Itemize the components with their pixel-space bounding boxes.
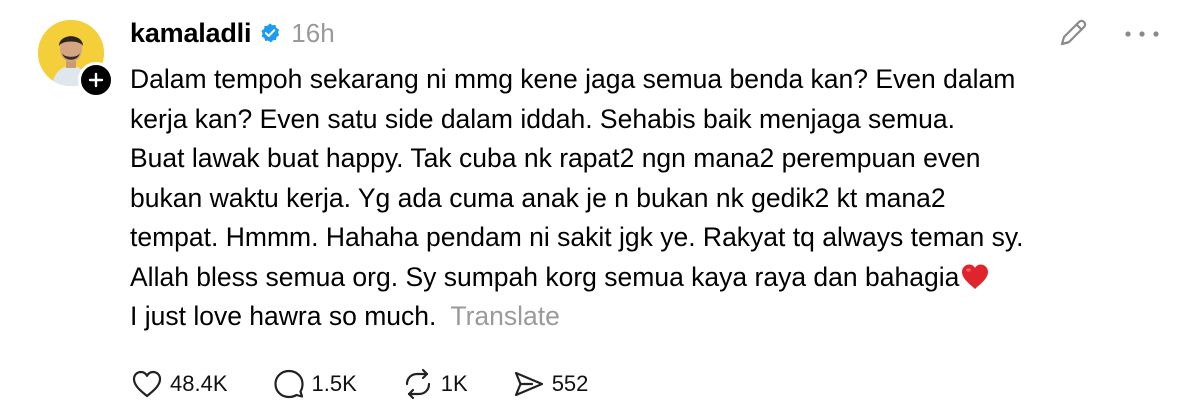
share-button[interactable]: 552 bbox=[512, 367, 589, 401]
action-bar: 48.4K 1.5K 1K 552 bbox=[130, 366, 632, 402]
more-dots-icon[interactable] bbox=[1122, 22, 1162, 46]
red-heart-emoji-icon bbox=[962, 264, 989, 289]
translate-link[interactable]: Translate bbox=[450, 301, 559, 331]
follow-button[interactable] bbox=[78, 62, 114, 98]
post-header: kamaladli 16h bbox=[130, 14, 335, 52]
pencil-icon[interactable] bbox=[1056, 16, 1090, 50]
repost-count: 1K bbox=[440, 371, 468, 396]
comment-icon bbox=[273, 369, 304, 399]
post-text-segment: Allah bless semua org. Sy sumpah korg se… bbox=[130, 261, 960, 292]
username-link[interactable]: kamaladli bbox=[130, 18, 251, 49]
post-text-line: Buat lawak buat happy. Tak cuba nk rapat… bbox=[130, 143, 981, 173]
reply-count: 1.5K bbox=[311, 371, 357, 396]
post-text-line: kerja kan? Even satu side dalam iddah. S… bbox=[130, 103, 955, 134]
avatar-container[interactable] bbox=[38, 20, 114, 98]
post-text-segment: I just love hawra so much. bbox=[130, 301, 437, 331]
heart-icon bbox=[132, 370, 162, 398]
verified-badge-icon bbox=[261, 23, 280, 43]
repost-button[interactable]: 1K bbox=[401, 367, 468, 401]
repost-icon bbox=[405, 368, 430, 400]
plus-icon bbox=[88, 72, 104, 88]
share-count: 552 bbox=[551, 371, 589, 396]
send-icon bbox=[514, 371, 543, 397]
post-timestamp: 16h bbox=[291, 17, 335, 48]
like-button[interactable]: 48.4K bbox=[130, 367, 228, 401]
reply-button[interactable]: 1.5K bbox=[272, 367, 357, 401]
like-count: 48.4K bbox=[170, 371, 228, 396]
post-text-line: bukan waktu kerja. Yg ada cuma anak je n… bbox=[130, 182, 946, 213]
post-text-line-last: I just love hawra so much. Translate bbox=[130, 297, 1150, 337]
post-text-line: tempat. Hmmm. Hahaha pendam ni sakit jgk… bbox=[130, 222, 1024, 252]
post-body: Dalam tempoh sekarang ni mmg kene jaga s… bbox=[130, 60, 1150, 337]
post-text-line: Dalam tempoh sekarang ni mmg kene jaga s… bbox=[130, 64, 1016, 94]
post-text-line-with-emoji: Allah bless semua org. Sy sumpah korg se… bbox=[130, 258, 1150, 298]
